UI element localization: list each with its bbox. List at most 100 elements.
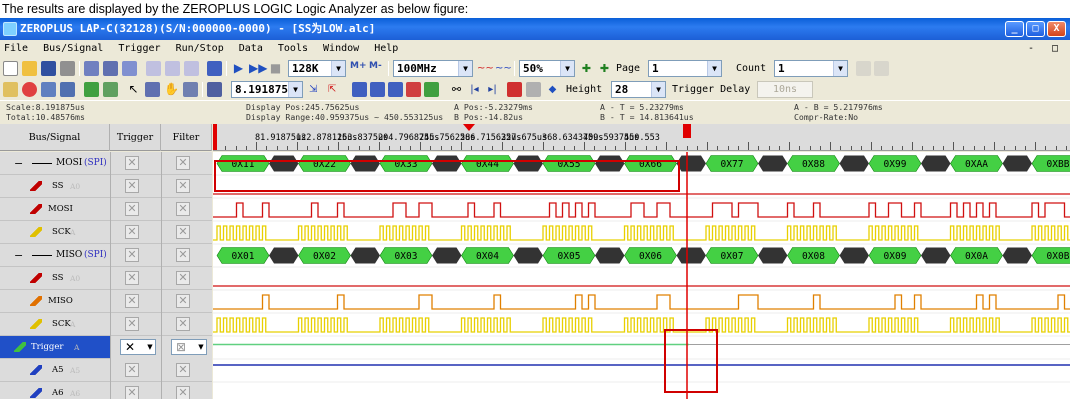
bus-icon[interactable] — [84, 61, 99, 76]
open-folder-icon[interactable] — [22, 61, 37, 76]
stop-circle-icon[interactable] — [22, 82, 37, 97]
mdi-controls[interactable]: - □ — [1028, 40, 1064, 58]
trigger-condition-cell[interactable]: ✕ — [110, 290, 161, 313]
new-file-icon[interactable] — [3, 61, 18, 76]
dont-care-icon[interactable]: ✕ — [176, 386, 190, 399]
dont-care-icon[interactable]: ✕ — [176, 202, 190, 216]
dont-care-icon[interactable]: ✕ — [176, 179, 190, 193]
bar-icon[interactable] — [424, 82, 439, 97]
trigger-condition-cell[interactable]: ✕ — [110, 313, 161, 336]
home-icon[interactable] — [3, 82, 18, 97]
a-pos-readout[interactable]: A Pos:-5.23279ms — [454, 102, 533, 112]
scale-out-icon[interactable]: ⇱ — [328, 82, 343, 97]
trigger-condition-cell[interactable]: ✕ — [110, 244, 161, 267]
signal-add-icon[interactable] — [146, 61, 161, 76]
bus-decode-icon[interactable] — [122, 61, 137, 76]
dont-care-icon[interactable]: ✕ — [125, 317, 139, 331]
signal-name-cell[interactable]: SCK A — [0, 313, 110, 336]
memory-down-icon[interactable]: M- — [369, 61, 384, 76]
dont-care-icon[interactable]: ✕ — [125, 179, 139, 193]
signal-row[interactable]: SS A0 ✕ ✕ — [0, 267, 212, 290]
trigger-condition-cell[interactable]: ✕ — [110, 175, 161, 198]
b-minus-t-readout[interactable]: B - T = 14.813641us — [600, 112, 694, 122]
signal-row[interactable]: A5 A5 ✕ ✕ — [0, 359, 212, 382]
print-icon[interactable] — [60, 61, 75, 76]
filter-condition-cell[interactable]: ✕ — [161, 290, 212, 313]
zoom-out-icon[interactable]: ✚ — [597, 61, 612, 76]
filter-condition-cell[interactable]: ✕ — [161, 267, 212, 290]
trigger-condition-cell[interactable]: ✕ — [110, 267, 161, 290]
signal-row[interactable]: SCK A ✕ ✕ — [0, 313, 212, 336]
zoom-in-icon[interactable]: ✚ — [579, 61, 594, 76]
signal-name-cell[interactable]: − MOSI (SPI) — [0, 152, 110, 175]
menu-help[interactable]: Help — [374, 40, 398, 58]
signal-move-icon[interactable] — [184, 61, 199, 76]
time-unit-icon[interactable] — [207, 82, 222, 97]
menu-run-stop[interactable]: Run/Stop — [176, 40, 224, 58]
signal-name-cell[interactable]: A5 A5 — [0, 359, 110, 382]
dont-care-icon[interactable]: ✕ — [125, 156, 139, 170]
bar-icon[interactable] — [388, 82, 403, 97]
grid-icon[interactable] — [84, 82, 99, 97]
cursor-icon[interactable] — [41, 82, 56, 97]
stop-icon[interactable]: ■ — [268, 61, 283, 76]
trigger-condition-cell[interactable]: ✕ — [110, 382, 161, 399]
bar-icon[interactable] — [370, 82, 385, 97]
freq-down-icon[interactable]: ~~ — [495, 61, 512, 76]
dont-care-icon[interactable]: ✕ — [176, 294, 190, 308]
signal-name-cell[interactable]: SCK A — [0, 221, 110, 244]
sample-rate-select[interactable]: 100MHz ▼ — [393, 60, 473, 77]
b-pos-readout[interactable]: B Pos:-14.82us — [454, 112, 523, 122]
sync-icon[interactable]: ◆ — [545, 82, 560, 97]
signal-remove-icon[interactable] — [165, 61, 180, 76]
column-bus-signal[interactable]: Bus/Signal — [0, 124, 110, 151]
run-repeat-icon[interactable]: ▶▶ — [249, 61, 267, 76]
signal-name-cell[interactable]: MOSI — [0, 198, 110, 221]
filter-condition-cell[interactable]: ✕ — [161, 313, 212, 336]
jump-end-icon[interactable]: ▸| — [485, 82, 500, 97]
signal-row[interactable]: Trigger A ✕ ▼ ⊠ ▼ — [0, 336, 212, 359]
signal-row[interactable]: MISO ✕ ✕ — [0, 290, 212, 313]
trigger-setup-icon[interactable] — [207, 61, 222, 76]
dont-care-icon[interactable]: ✕ — [176, 156, 190, 170]
collapse-icon[interactable]: − — [14, 244, 23, 267]
zoom-select[interactable]: 50% ▼ — [519, 60, 575, 77]
dont-care-icon[interactable]: ✕ — [176, 248, 190, 262]
a-minus-t-readout[interactable]: A - T = 5.23279ms — [600, 102, 684, 112]
save-icon[interactable] — [41, 61, 56, 76]
signal-name-cell[interactable]: − MISO (SPI) — [0, 244, 110, 267]
filter-condition-cell[interactable]: ✕ — [161, 198, 212, 221]
menu-trigger[interactable]: Trigger — [118, 40, 160, 58]
dont-care-icon[interactable]: ✕ — [125, 202, 139, 216]
filter-condition-cell[interactable]: ⊠ ▼ — [161, 336, 212, 359]
hand-icon[interactable]: ✋ — [164, 82, 179, 97]
waveform-area[interactable]: 0X11 0X22 0X33 0X44 0X55 0X66 0X77 0X88 0X99 0XAA… — [213, 152, 1070, 399]
trigger-condition-cell[interactable]: ✕ — [110, 359, 161, 382]
dont-care-icon[interactable]: ✕ — [125, 386, 139, 399]
menu-file[interactable]: File — [4, 40, 28, 58]
column-filter[interactable]: Filter — [161, 124, 212, 151]
run-icon[interactable]: ▶ — [231, 61, 246, 76]
chip-icon[interactable] — [103, 82, 118, 97]
collapse-icon[interactable]: − — [14, 152, 23, 175]
signal-row[interactable]: SS A0 ✕ ✕ — [0, 175, 212, 198]
memory-up-icon[interactable]: M+ — [350, 61, 367, 76]
gray-box-icon[interactable] — [526, 82, 541, 97]
signal-name-cell[interactable]: A6 A6 — [0, 382, 110, 399]
dont-care-icon[interactable]: ✕ — [176, 363, 190, 377]
trigger-condition-cell[interactable]: ✕ ▼ — [110, 336, 161, 359]
filter-condition-cell[interactable]: ✕ — [161, 244, 212, 267]
signal-row[interactable]: SCK A ✕ ✕ — [0, 221, 212, 244]
bar-icon[interactable] — [352, 82, 367, 97]
trigger-position-marker[interactable] — [463, 124, 475, 131]
trigger-condition-select[interactable]: ✕ ▼ — [120, 339, 156, 355]
bus-property-icon[interactable] — [103, 61, 118, 76]
dont-care-icon[interactable]: ✕ — [125, 225, 139, 239]
dont-care-icon[interactable]: ✕ — [125, 248, 139, 262]
trigger-condition-cell[interactable]: ✕ — [110, 152, 161, 175]
count-select[interactable]: 1 ▼ — [774, 60, 848, 77]
filter-condition-cell[interactable]: ✕ — [161, 382, 212, 399]
pointer-icon[interactable]: ↖ — [126, 82, 141, 97]
record-icon[interactable] — [507, 82, 522, 97]
close-button[interactable]: X — [1047, 21, 1066, 37]
